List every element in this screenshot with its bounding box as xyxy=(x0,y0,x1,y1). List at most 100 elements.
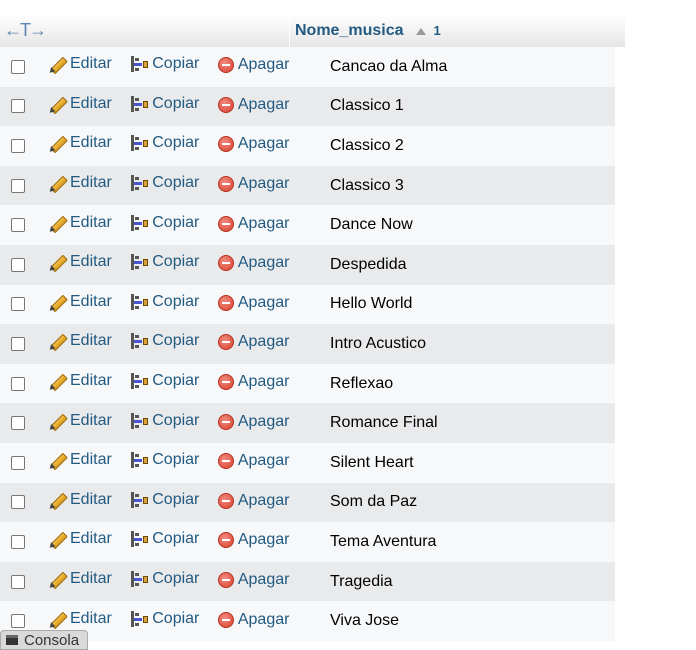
row-checkbox[interactable] xyxy=(11,376,25,391)
edit-label[interactable]: Editar xyxy=(70,332,112,350)
copy-button[interactable]: Copiar xyxy=(130,451,199,469)
delete-label[interactable]: Apagar xyxy=(238,413,290,431)
edit-label[interactable]: Editar xyxy=(70,451,112,469)
row-checkbox[interactable] xyxy=(11,495,25,510)
copy-button[interactable]: Copiar xyxy=(130,214,199,232)
delete-label[interactable]: Apagar xyxy=(238,492,290,510)
edit-button[interactable]: Editar xyxy=(48,95,112,113)
edit-label[interactable]: Editar xyxy=(70,570,112,588)
row-checkbox[interactable] xyxy=(11,257,25,272)
copy-button[interactable]: Copiar xyxy=(130,610,199,628)
copy-button[interactable]: Copiar xyxy=(130,372,199,390)
copy-button[interactable]: Copiar xyxy=(130,332,199,350)
copy-label[interactable]: Copiar xyxy=(152,412,199,430)
copy-label[interactable]: Copiar xyxy=(152,134,199,152)
delete-button[interactable]: Apagar xyxy=(217,254,290,272)
delete-button[interactable]: Apagar xyxy=(217,413,290,431)
delete-button[interactable]: Apagar xyxy=(217,96,290,114)
arrows-glyph[interactable]: ←T→ xyxy=(4,20,47,41)
delete-button[interactable]: Apagar xyxy=(217,531,290,549)
copy-label[interactable]: Copiar xyxy=(152,95,199,113)
edit-label[interactable]: Editar xyxy=(70,253,112,271)
delete-label[interactable]: Apagar xyxy=(238,254,290,272)
row-checkbox[interactable] xyxy=(11,614,25,629)
copy-label[interactable]: Copiar xyxy=(152,293,199,311)
edit-button[interactable]: Editar xyxy=(48,214,112,232)
copy-label[interactable]: Copiar xyxy=(152,55,199,73)
edit-button[interactable]: Editar xyxy=(48,332,112,350)
edit-button[interactable]: Editar xyxy=(48,491,112,509)
edit-label[interactable]: Editar xyxy=(70,491,112,509)
edit-button[interactable]: Editar xyxy=(48,293,112,311)
delete-button[interactable]: Apagar xyxy=(217,492,290,510)
edit-button[interactable]: Editar xyxy=(48,570,112,588)
delete-button[interactable]: Apagar xyxy=(217,56,289,74)
row-checkbox[interactable] xyxy=(11,455,25,470)
edit-button[interactable]: Editar xyxy=(48,372,112,390)
copy-label[interactable]: Copiar xyxy=(152,530,199,548)
edit-label[interactable]: Editar xyxy=(70,174,112,192)
delete-label[interactable]: Apagar xyxy=(238,333,290,351)
copy-button[interactable]: Copiar xyxy=(130,412,199,430)
copy-label[interactable]: Copiar xyxy=(152,372,199,390)
edit-label[interactable]: Editar xyxy=(70,95,112,113)
row-checkbox[interactable] xyxy=(11,297,25,312)
row-checkbox[interactable] xyxy=(11,59,25,74)
edit-label[interactable]: Editar xyxy=(70,530,112,548)
copy-button[interactable]: Copiar xyxy=(130,491,199,509)
copy-label[interactable]: Copiar xyxy=(152,332,199,350)
copy-label[interactable]: Copiar xyxy=(152,610,199,628)
delete-label[interactable]: Apagar xyxy=(238,373,290,391)
copy-button[interactable]: Copiar xyxy=(130,253,199,271)
copy-button[interactable]: Copiar xyxy=(130,293,199,311)
delete-button[interactable]: Apagar xyxy=(217,215,290,233)
edit-label[interactable]: Editar xyxy=(70,610,112,628)
copy-button[interactable]: Copiar xyxy=(130,174,199,192)
delete-button[interactable]: Apagar xyxy=(217,452,290,470)
copy-button[interactable]: Copiar xyxy=(130,55,199,73)
edit-label[interactable]: Editar xyxy=(70,293,112,311)
edit-label[interactable]: Editar xyxy=(70,412,112,430)
delete-label[interactable]: Apagar xyxy=(238,531,290,549)
row-checkbox[interactable] xyxy=(11,178,25,193)
edit-button[interactable]: Editar xyxy=(48,451,112,469)
delete-label[interactable]: Apagar xyxy=(238,135,290,153)
edit-button[interactable]: Editar xyxy=(48,412,112,430)
delete-button[interactable]: Apagar xyxy=(217,571,290,589)
copy-label[interactable]: Copiar xyxy=(152,491,199,509)
delete-button[interactable]: Apagar xyxy=(217,373,290,391)
copy-button[interactable]: Copiar xyxy=(130,95,199,113)
row-checkbox[interactable] xyxy=(11,534,25,549)
row-checkbox[interactable] xyxy=(11,218,25,233)
edit-button[interactable]: Editar xyxy=(48,55,112,73)
edit-label[interactable]: Editar xyxy=(70,372,112,390)
edit-label[interactable]: Editar xyxy=(70,134,112,152)
delete-button[interactable]: Apagar xyxy=(217,135,290,153)
row-checkbox[interactable] xyxy=(11,416,25,431)
delete-label[interactable]: Apagar xyxy=(238,452,290,470)
column-toggle-arrows[interactable]: ←T→ xyxy=(0,14,290,47)
delete-button[interactable]: Apagar xyxy=(217,175,289,193)
copy-button[interactable]: Copiar xyxy=(130,134,199,152)
delete-label[interactable]: Apagar xyxy=(238,571,290,589)
copy-label[interactable]: Copiar xyxy=(152,451,199,469)
copy-label[interactable]: Copiar xyxy=(152,570,199,588)
copy-label[interactable]: Copiar xyxy=(152,214,199,232)
delete-button[interactable]: Apagar xyxy=(217,611,290,629)
delete-label[interactable]: Apagar xyxy=(238,294,290,312)
delete-button[interactable]: Apagar xyxy=(217,294,290,312)
column-header-nome-musica[interactable]: Nome_musica 1 xyxy=(290,14,625,47)
edit-button[interactable]: Editar xyxy=(48,530,112,548)
copy-label[interactable]: Copiar xyxy=(152,253,199,271)
edit-label[interactable]: Editar xyxy=(70,214,112,232)
delete-label[interactable]: Apagar xyxy=(238,611,290,629)
edit-button[interactable]: Editar xyxy=(48,610,112,628)
delete-label[interactable]: Apagar xyxy=(238,96,290,114)
copy-button[interactable]: Copiar xyxy=(130,530,199,548)
console-tab[interactable]: Consola xyxy=(0,630,88,650)
edit-button[interactable]: Editar xyxy=(48,134,112,152)
copy-button[interactable]: Copiar xyxy=(130,570,199,588)
delete-label[interactable]: Apagar xyxy=(238,215,290,233)
column-header-label[interactable]: Nome_musica xyxy=(295,22,404,40)
row-checkbox[interactable] xyxy=(11,99,25,114)
